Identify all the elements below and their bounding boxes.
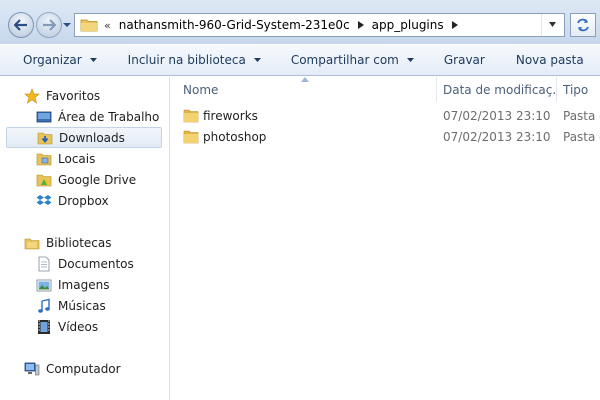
nav-favorites[interactable]: Favoritos bbox=[6, 85, 162, 106]
refresh-icon bbox=[577, 18, 589, 32]
google-drive-folder-icon bbox=[36, 174, 52, 186]
pictures-icon bbox=[36, 279, 52, 291]
file-name: fireworks bbox=[203, 109, 258, 123]
command-bar: Organizar Incluir na biblioteca Comparti… bbox=[0, 44, 600, 76]
nav-libraries[interactable]: Bibliotecas bbox=[6, 232, 162, 253]
nav-label: Área de Trabalho bbox=[58, 109, 160, 124]
overflow-chevron[interactable]: « bbox=[104, 19, 111, 32]
breadcrumb-arrow-icon[interactable] bbox=[357, 21, 364, 29]
include-library-label: Incluir na biblioteca bbox=[127, 53, 246, 67]
computer-icon bbox=[24, 362, 40, 375]
burn-label: Gravar bbox=[443, 53, 485, 67]
breadcrumb-item[interactable]: nathansmith-960-Grid-System-231e0c bbox=[119, 18, 350, 32]
nav-label: Downloads bbox=[59, 130, 125, 145]
new-folder-label: Nova pasta bbox=[515, 53, 584, 67]
organize-label: Organizar bbox=[23, 53, 82, 67]
breadcrumb-item[interactable]: app_plugins bbox=[372, 18, 444, 32]
address-dropdown-icon[interactable] bbox=[549, 22, 556, 27]
videos-icon bbox=[38, 319, 50, 334]
nav-label: Computador bbox=[46, 361, 121, 376]
nav-dropbox[interactable]: Dropbox bbox=[6, 190, 162, 211]
chevron-down-icon bbox=[253, 58, 261, 62]
column-header-name[interactable]: Nome bbox=[183, 77, 433, 102]
share-with-label: Compartilhar com bbox=[290, 53, 399, 67]
nav-desktop[interactable]: Área de Trabalho bbox=[6, 106, 162, 127]
folder-icon bbox=[183, 130, 199, 144]
organize-menu[interactable]: Organizar bbox=[0, 45, 109, 75]
nav-pictures[interactable]: Imagens bbox=[6, 274, 162, 295]
nav-downloads[interactable]: Downloads bbox=[6, 127, 162, 148]
file-date: 07/02/2013 23:10 bbox=[443, 109, 551, 123]
nav-label: Bibliotecas bbox=[46, 235, 112, 250]
nav-music[interactable]: Músicas bbox=[6, 295, 162, 316]
include-in-library-menu[interactable]: Incluir na biblioteca bbox=[109, 45, 273, 75]
new-folder-button[interactable]: Nova pasta bbox=[497, 45, 596, 75]
divider bbox=[541, 14, 542, 36]
music-icon bbox=[38, 298, 50, 313]
nav-label: Locais bbox=[58, 151, 96, 166]
address-bar-area: « nathansmith-960-Grid-System-231e0c app… bbox=[0, 0, 600, 44]
column-header-date[interactable]: Data de modificaç... bbox=[443, 77, 555, 102]
column-divider[interactable] bbox=[436, 77, 437, 102]
file-type: Pasta d bbox=[563, 109, 600, 123]
desktop-icon bbox=[36, 111, 52, 122]
dropbox-icon bbox=[36, 194, 52, 205]
recent-pages-dropdown-icon[interactable] bbox=[63, 21, 71, 29]
breadcrumb-arrow-icon[interactable] bbox=[451, 21, 458, 29]
table-row[interactable]: photoshop 07/02/2013 23:10 Pasta d bbox=[171, 127, 600, 148]
file-name: photoshop bbox=[203, 130, 267, 144]
nav-label: Vídeos bbox=[58, 319, 99, 334]
nav-label: Favoritos bbox=[46, 88, 101, 103]
burn-button[interactable]: Gravar bbox=[426, 45, 497, 75]
address-box[interactable]: « nathansmith-960-Grid-System-231e0c app… bbox=[74, 13, 565, 37]
forward-arrow-icon bbox=[43, 19, 56, 31]
chevron-down-icon bbox=[406, 58, 414, 62]
nav-label: Google Drive bbox=[58, 172, 137, 187]
share-with-menu[interactable]: Compartilhar com bbox=[273, 45, 426, 75]
nav-videos[interactable]: Vídeos bbox=[6, 316, 162, 337]
documents-icon bbox=[38, 256, 50, 271]
star-icon bbox=[24, 87, 40, 104]
recent-places-icon bbox=[36, 153, 52, 165]
folder-icon bbox=[80, 19, 98, 32]
libraries-icon bbox=[24, 238, 40, 249]
back-button[interactable] bbox=[8, 12, 34, 38]
refresh-button[interactable] bbox=[570, 13, 596, 37]
folder-icon bbox=[183, 109, 199, 123]
back-arrow-icon bbox=[14, 19, 27, 31]
nav-label: Imagens bbox=[58, 277, 110, 292]
navigation-pane: Favoritos Área de Trabalho Downloads Loc… bbox=[0, 77, 170, 400]
nav-documents[interactable]: Documentos bbox=[6, 253, 162, 274]
nav-label: Dropbox bbox=[58, 193, 109, 208]
nav-label: Músicas bbox=[58, 298, 106, 313]
column-divider[interactable] bbox=[556, 77, 557, 102]
nav-recent-places[interactable]: Locais bbox=[6, 148, 162, 169]
nav-google-drive[interactable]: Google Drive bbox=[6, 169, 162, 190]
file-date: 07/02/2013 23:10 bbox=[443, 130, 551, 144]
forward-button[interactable] bbox=[36, 12, 62, 38]
nav-label: Documentos bbox=[58, 256, 134, 271]
file-type: Pasta d bbox=[563, 130, 600, 144]
nav-computer[interactable]: Computador bbox=[6, 358, 162, 379]
chevron-down-icon bbox=[89, 58, 97, 62]
file-list-pane: Nome Data de modificaç... Tipo fireworks… bbox=[171, 77, 600, 400]
table-row[interactable]: fireworks 07/02/2013 23:10 Pasta d bbox=[171, 106, 600, 127]
column-header-type[interactable]: Tipo bbox=[563, 77, 600, 102]
downloads-folder-icon bbox=[37, 132, 53, 144]
